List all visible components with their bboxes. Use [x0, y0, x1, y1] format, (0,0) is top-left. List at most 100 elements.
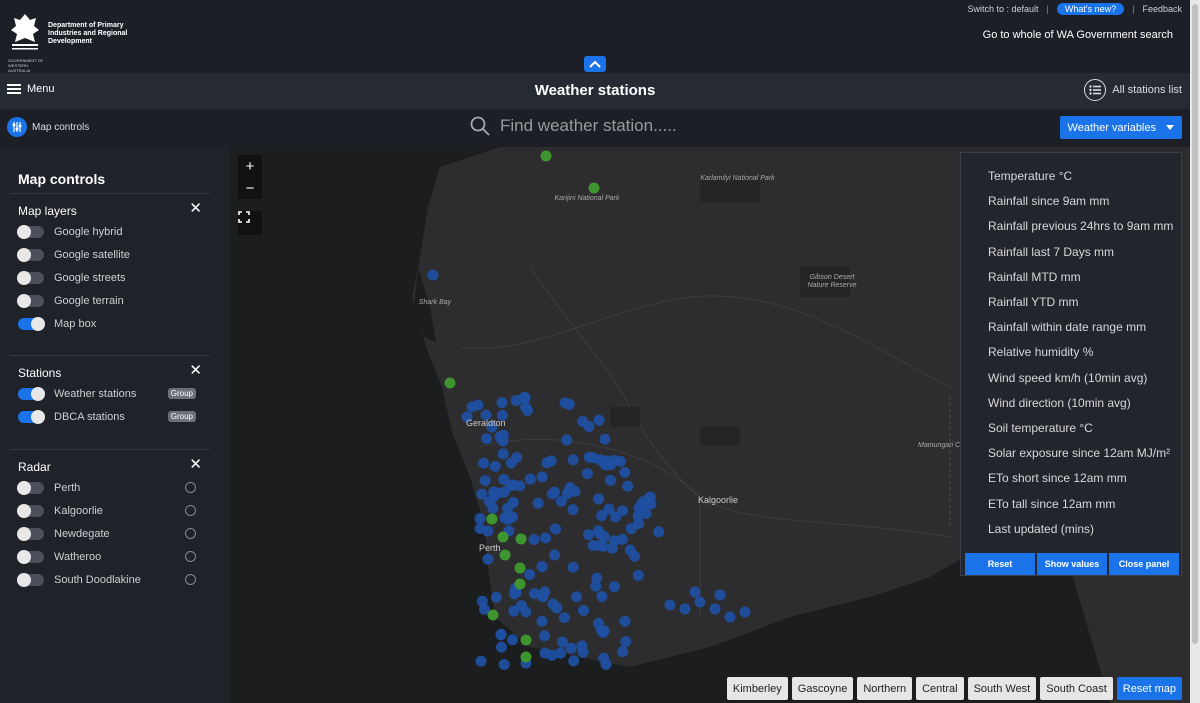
variable-option[interactable]: Rainfall since 9am mm: [988, 194, 1109, 208]
variable-option[interactable]: Last updated (mins): [988, 522, 1094, 536]
weather-station-marker[interactable]: [604, 474, 616, 486]
dpird-logo[interactable]: Department of Primary Industries and Reg…: [8, 12, 128, 73]
toggle-switch[interactable]: [17, 503, 44, 518]
variable-option[interactable]: Wind speed km/h (10min avg): [988, 371, 1147, 385]
region-south-coast-button[interactable]: South Coast: [1040, 677, 1113, 700]
weather-station-marker[interactable]: [504, 480, 516, 492]
weather-station-marker[interactable]: [664, 599, 676, 611]
weather-station-marker[interactable]: [724, 611, 736, 623]
map-controls-toggle[interactable]: Map controls: [7, 117, 89, 137]
variable-option[interactable]: Solar exposure since 12am MJ/m²: [988, 446, 1170, 460]
weather-station-marker[interactable]: [482, 525, 494, 537]
layer-google-terrain[interactable]: Google terrain: [10, 289, 210, 312]
region-kimberley-button[interactable]: Kimberley: [726, 677, 788, 700]
weather-station-marker[interactable]: [568, 655, 580, 667]
radar-south-doodlakine[interactable]: South Doodlakine: [10, 568, 210, 591]
weather-station-marker[interactable]: [538, 630, 550, 642]
toggle-switch[interactable]: [17, 572, 44, 587]
dbca-station-marker[interactable]: [588, 182, 600, 194]
weather-station-marker[interactable]: [614, 455, 626, 467]
weather-station-marker[interactable]: [476, 488, 488, 500]
weather-station-marker[interactable]: [528, 588, 540, 600]
weather-station-marker[interactable]: [539, 647, 551, 659]
weather-station-marker[interactable]: [593, 493, 605, 505]
weather-station-marker[interactable]: [536, 615, 548, 627]
variable-option[interactable]: Temperature °C: [988, 169, 1072, 183]
weather-station-marker[interactable]: [600, 658, 612, 670]
weather-station-marker[interactable]: [689, 586, 701, 598]
weather-station-marker[interactable]: [495, 629, 507, 641]
dbca-station-marker[interactable]: [520, 634, 532, 646]
region-central-button[interactable]: Central: [916, 677, 964, 700]
weather-variables-dropdown[interactable]: Weather variables: [1059, 116, 1182, 139]
layer-google-satellite[interactable]: Google satellite: [10, 243, 210, 266]
weather-station-marker[interactable]: [547, 598, 559, 610]
weather-station-marker[interactable]: [508, 605, 520, 617]
weather-station-marker[interactable]: [558, 612, 570, 624]
zoom-out-button[interactable]: −: [238, 177, 262, 199]
radar-watheroo[interactable]: Watheroo: [10, 545, 210, 568]
weather-station-marker[interactable]: [475, 655, 487, 667]
weather-station-marker[interactable]: [653, 526, 665, 538]
variable-option[interactable]: ETo tall since 12am mm: [988, 497, 1115, 511]
weather-station-marker[interactable]: [520, 606, 532, 618]
weather-station-marker[interactable]: [549, 549, 561, 561]
variable-option[interactable]: Soil temperature °C: [988, 421, 1093, 435]
weather-station-marker[interactable]: [489, 460, 501, 472]
weather-station-marker[interactable]: [640, 508, 652, 520]
radar-perth[interactable]: Perth: [10, 476, 210, 499]
weather-station-marker[interactable]: [482, 553, 494, 565]
dbca-station-marker[interactable]: [497, 531, 509, 543]
weather-station-marker[interactable]: [502, 502, 514, 514]
feedback-link[interactable]: Feedback: [1142, 4, 1182, 14]
weather-station-marker[interactable]: [481, 433, 493, 445]
weather-station-marker[interactable]: [555, 647, 567, 659]
reset-map-button[interactable]: Reset map: [1116, 677, 1182, 700]
weather-station-marker[interactable]: [528, 533, 540, 545]
weather-station-marker[interactable]: [570, 591, 582, 603]
weather-station-marker[interactable]: [561, 434, 573, 446]
dbca-station-marker[interactable]: [444, 377, 456, 389]
radar-icon[interactable]: [185, 528, 196, 539]
toggle-switch[interactable]: [17, 270, 44, 285]
page-scrollbar[interactable]: [1190, 0, 1200, 703]
reset-button[interactable]: Reset: [965, 553, 1035, 575]
weather-station-marker[interactable]: [620, 636, 632, 648]
weather-station-marker[interactable]: [590, 580, 602, 592]
weather-station-marker[interactable]: [709, 603, 721, 615]
dbca-station-marker[interactable]: [540, 150, 552, 162]
weather-station-marker[interactable]: [536, 471, 548, 483]
dbca-station-marker[interactable]: [486, 513, 498, 525]
weather-station-marker[interactable]: [622, 480, 634, 492]
region-gascoyne-button[interactable]: Gascoyne: [791, 677, 854, 700]
weather-station-marker[interactable]: [532, 497, 544, 509]
group-badge[interactable]: Group: [167, 411, 196, 422]
weather-station-marker[interactable]: [739, 606, 751, 618]
weather-station-marker[interactable]: [619, 615, 631, 627]
weather-station-marker[interactable]: [539, 586, 551, 598]
weather-station-marker[interactable]: [617, 646, 629, 658]
toggle-switch[interactable]: [18, 316, 45, 331]
weather-station-marker[interactable]: [549, 486, 561, 498]
weather-station-marker[interactable]: [567, 454, 579, 466]
region-south-west-button[interactable]: South West: [967, 677, 1037, 700]
weather-station-marker[interactable]: [536, 561, 548, 573]
fullscreen-button[interactable]: [238, 211, 262, 235]
collapse-header-button[interactable]: [584, 56, 606, 72]
weather-station-marker[interactable]: [619, 466, 631, 478]
dbca-station-marker[interactable]: [515, 533, 527, 545]
weather-station-marker[interactable]: [600, 459, 612, 471]
group-badge[interactable]: Group: [167, 388, 196, 399]
weather-station-marker[interactable]: [479, 475, 491, 487]
dbca-station-marker[interactable]: [514, 578, 526, 590]
layer-map-box[interactable]: Map box: [10, 312, 210, 335]
show-values-button[interactable]: Show values: [1037, 553, 1107, 575]
weather-station-marker[interactable]: [679, 603, 691, 615]
toggle-switch[interactable]: [17, 247, 44, 262]
weather-station-marker[interactable]: [599, 433, 611, 445]
dbca-station-marker[interactable]: [487, 609, 499, 621]
weather-station-marker[interactable]: [555, 495, 567, 507]
weather-station-marker[interactable]: [427, 269, 439, 281]
variable-option[interactable]: Rainfall previous 24hrs to 9am mm: [988, 219, 1173, 233]
region-northern-button[interactable]: Northern: [857, 677, 913, 700]
